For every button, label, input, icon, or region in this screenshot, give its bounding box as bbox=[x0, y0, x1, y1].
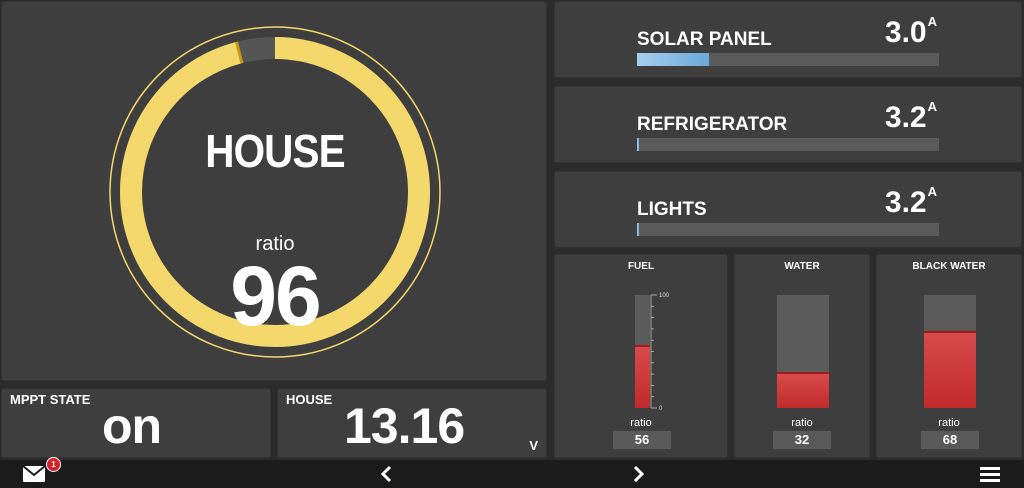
current-value: 3.2A bbox=[884, 184, 937, 219]
house-voltage-value: 13.16 bbox=[344, 398, 465, 454]
scale-max-label: 100 bbox=[659, 293, 670, 299]
house-voltage-tile: HOUSE 13.16 V bbox=[277, 388, 547, 458]
house-voltage-label: HOUSE bbox=[286, 392, 333, 407]
mppt-state-value: on bbox=[102, 398, 162, 454]
tank-value: 32 bbox=[773, 431, 831, 449]
water-tank-tile: WATER ratio 32 bbox=[734, 254, 870, 458]
tank-level-bar bbox=[635, 295, 650, 408]
current-value: 3.2A bbox=[884, 99, 937, 134]
tank-title: BLACK WATER bbox=[912, 261, 986, 272]
current-bar bbox=[637, 138, 939, 151]
tank-title: FUEL bbox=[627, 261, 655, 272]
tank-level-fill bbox=[635, 344, 650, 408]
current-label: LIGHTS bbox=[637, 199, 707, 220]
tank-title: WATER bbox=[784, 261, 820, 272]
scale-min-label: 0 bbox=[659, 406, 663, 412]
tank-unit: ratio bbox=[938, 417, 960, 429]
current-bar bbox=[637, 53, 939, 66]
gauge-value: 96 bbox=[230, 249, 321, 343]
tank-scale: 100 0 bbox=[650, 293, 670, 412]
current-bar-fill bbox=[637, 223, 639, 236]
tank-unit: ratio bbox=[630, 417, 652, 429]
current-value: 3.0A bbox=[884, 14, 937, 49]
gauge-title: HOUSE bbox=[205, 125, 345, 177]
mppt-state-label: MPPT STATE bbox=[10, 392, 91, 407]
mail-icon-glyph bbox=[22, 465, 46, 482]
current-bar bbox=[637, 223, 939, 236]
menu-icon[interactable] bbox=[978, 460, 1002, 488]
tank-level-fill bbox=[924, 331, 976, 408]
mppt-state-tile: MPPT STATE on bbox=[1, 388, 271, 458]
notification-badge: 1 bbox=[46, 457, 61, 472]
tank-level-bar bbox=[924, 295, 976, 408]
tank-unit: ratio bbox=[791, 417, 813, 429]
current-bar-fill bbox=[637, 138, 639, 151]
tank-value: 68 bbox=[921, 431, 979, 449]
current-label: SOLAR PANEL bbox=[637, 29, 772, 50]
current-label: REFRIGERATOR bbox=[637, 114, 788, 135]
fuel-tank-tile: FUEL 100 0 ratio 56 bbox=[554, 254, 728, 458]
mail-icon[interactable]: 1 bbox=[20, 457, 61, 488]
current-bar-fill bbox=[637, 53, 710, 66]
house-voltage-unit: V bbox=[529, 438, 538, 453]
black-water-tank-tile: BLACK WATER ratio 68 bbox=[876, 254, 1022, 458]
tank-level-bar bbox=[777, 295, 829, 408]
chevron-left-icon[interactable] bbox=[374, 460, 398, 488]
tank-level-fill bbox=[777, 371, 829, 408]
chevron-right-icon[interactable] bbox=[627, 460, 651, 488]
lights-current: LIGHTS 3.2A bbox=[554, 171, 1022, 248]
refrigerator-current: REFRIGERATOR 3.2A bbox=[554, 86, 1022, 163]
solar-panel-current: SOLAR PANEL 3.0A bbox=[554, 1, 1022, 78]
tank-value: 56 bbox=[613, 431, 671, 449]
house-ratio-gauge-panel: HOUSE ratio 96 bbox=[1, 1, 547, 381]
bottom-nav-bar: 1 bbox=[0, 457, 1024, 488]
